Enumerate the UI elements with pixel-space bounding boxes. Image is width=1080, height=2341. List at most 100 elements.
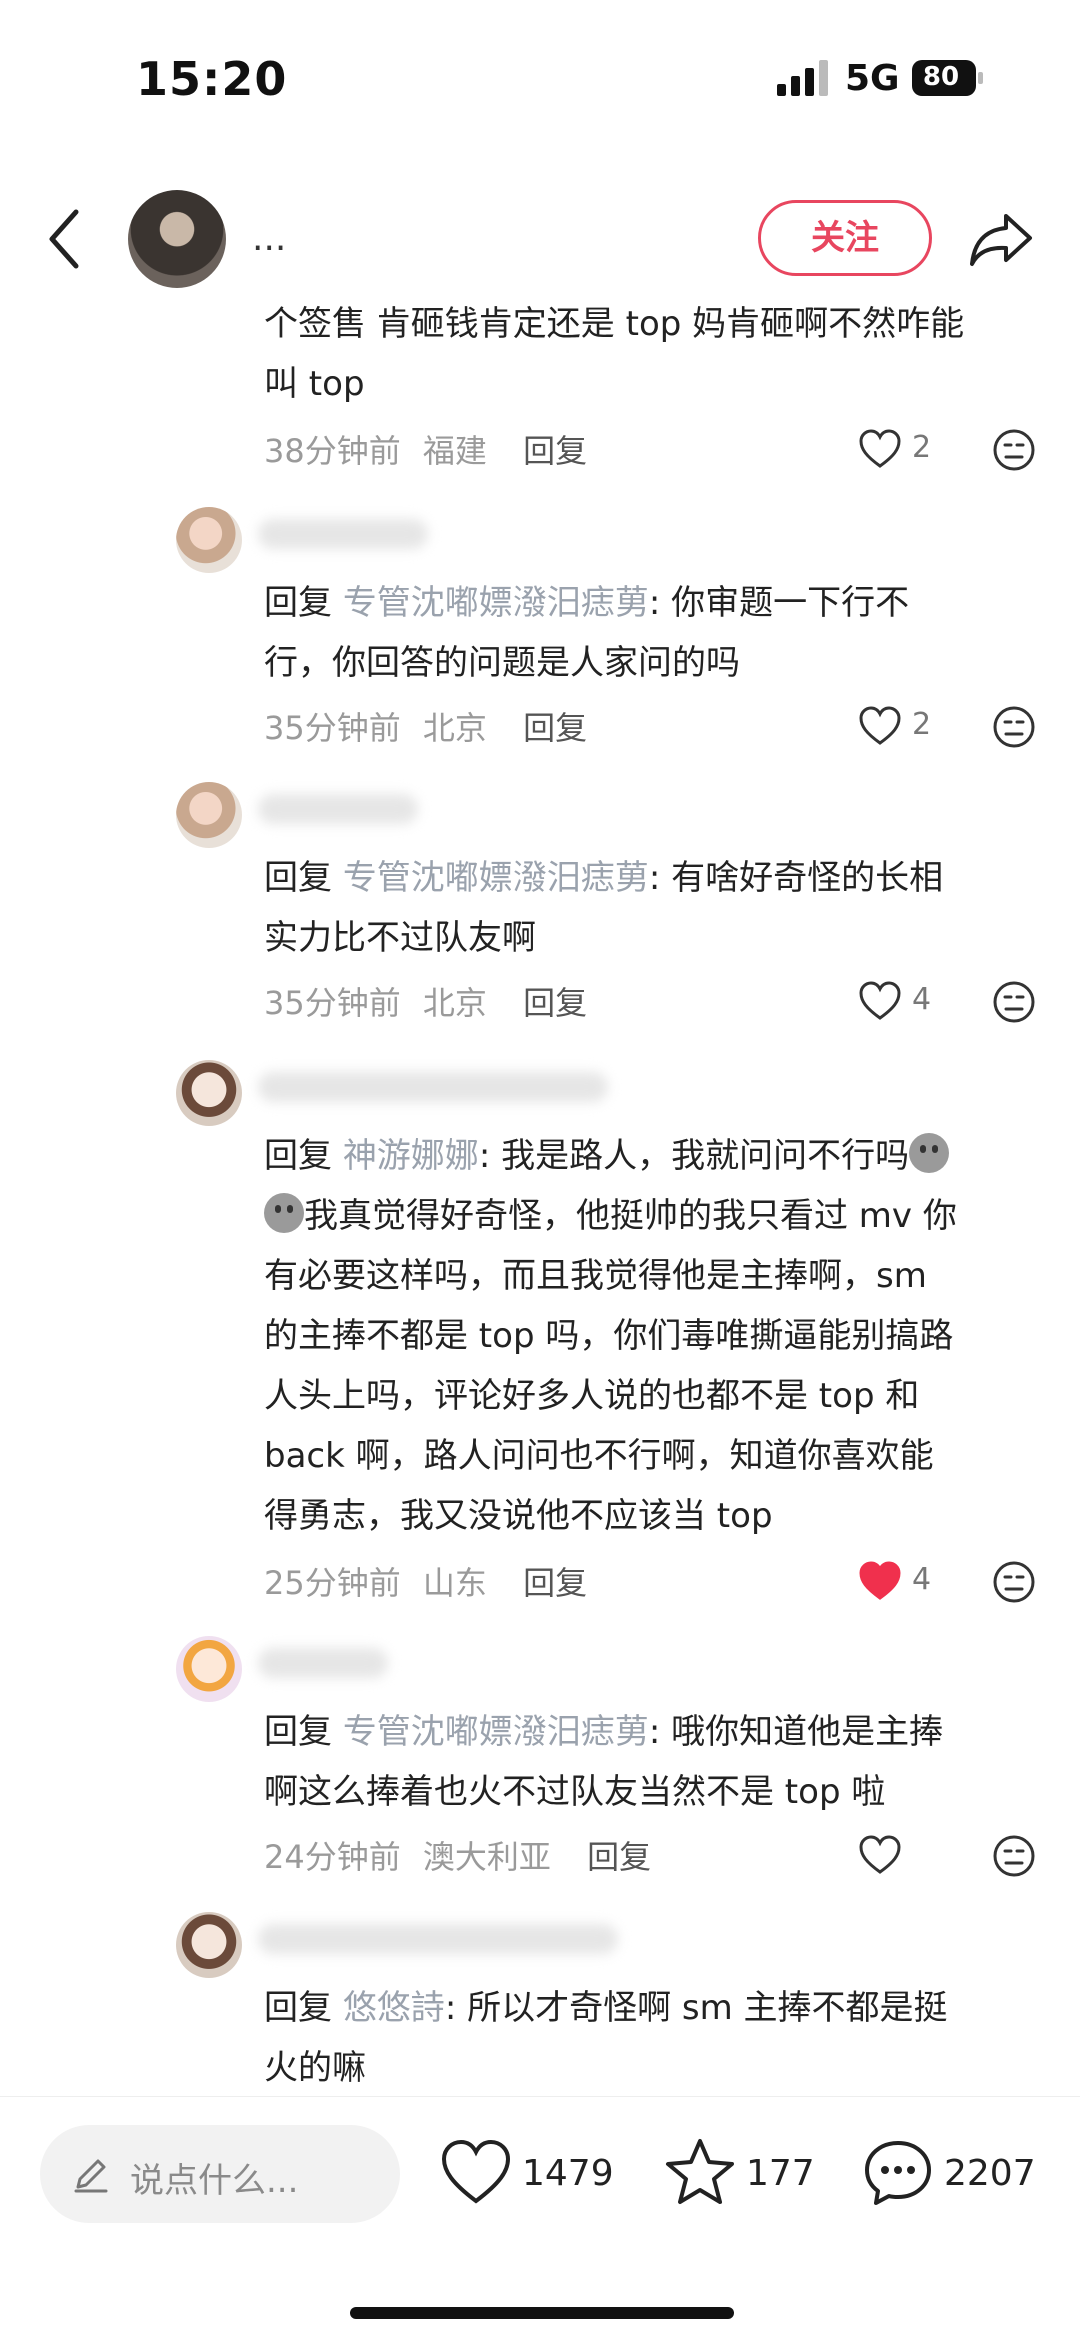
sticker-emoji-icon bbox=[264, 1193, 304, 1233]
comment-line: 回复 悠悠詩: 所以才奇怪啊 sm 主捧不都是挺 bbox=[264, 1978, 1036, 2038]
comment-line: 我真觉得好奇怪，他挺帅的我只看过 mv 你 bbox=[264, 1186, 1036, 1246]
like-button[interactable]: 2 bbox=[858, 705, 958, 749]
network-type: 5G bbox=[845, 58, 900, 99]
reply-button[interactable]: 回复 bbox=[523, 1564, 587, 1602]
comment-line: 有必要这样吗，而且我觉得他是主捧啊，sm bbox=[264, 1256, 927, 1296]
comment-location: 福建 bbox=[422, 432, 487, 470]
comment-line: 回复 神游娜娜: 我是路人，我就问问不行吗 bbox=[264, 1126, 1036, 1186]
commenter-avatar[interactable] bbox=[176, 507, 242, 573]
comment-line: 叫 top bbox=[264, 364, 365, 404]
dislike-face-icon[interactable] bbox=[992, 1560, 1036, 1604]
commenter-avatar[interactable] bbox=[176, 782, 242, 848]
post-like-count: 1479 bbox=[522, 2153, 614, 2194]
post-header: ... 关注 bbox=[0, 170, 1080, 310]
reply-prefix: 回复 bbox=[264, 583, 343, 623]
like-button[interactable] bbox=[858, 1834, 958, 1878]
commenter-name-blurred[interactable] bbox=[258, 794, 418, 824]
reply-button[interactable]: 回复 bbox=[587, 1838, 651, 1876]
comment-line: 人头上吗，评论好多人说的也都不是 top 和 bbox=[264, 1376, 920, 1416]
dislike-face-icon[interactable] bbox=[992, 705, 1036, 749]
reply-colon: : bbox=[478, 1136, 502, 1176]
like-button[interactable]: 4 bbox=[858, 1560, 958, 1604]
mention-user[interactable]: 专管沈嘟嫖潑汨痣莮 bbox=[343, 858, 649, 898]
author-name[interactable]: ... bbox=[252, 218, 286, 259]
comment-line: 的主捧不都是 top 吗，你们毒唯撕逼能别搞路 bbox=[264, 1316, 954, 1356]
author-avatar[interactable] bbox=[128, 190, 226, 288]
battery-icon: 80 bbox=[912, 60, 983, 96]
like-button[interactable]: 2 bbox=[858, 428, 958, 472]
comment-line: 啊这么捧着也火不过队友当然不是 top 啦 bbox=[264, 1772, 886, 1812]
comment-text: 回复 神游娜娜: 我是路人，我就问问不行吗 我真觉得好奇怪，他挺帅的我只看过 m… bbox=[264, 1126, 1036, 1546]
comment-line: 行，你回答的问题是人家问的吗 bbox=[264, 643, 740, 683]
dislike-face-icon[interactable] bbox=[992, 1834, 1036, 1878]
comment-line-text: 我是路人，我就问问不行吗 bbox=[501, 1136, 910, 1176]
comment-line-text: 我真觉得好奇怪，他挺帅的我只看过 mv 你 bbox=[304, 1196, 957, 1236]
reply-prefix: 回复 bbox=[264, 858, 343, 898]
comment-line: 回复 专管沈嘟嫖潑汨痣莮: 哦你知道他是主捧 bbox=[264, 1702, 1036, 1762]
like-count: 2 bbox=[912, 707, 932, 742]
commenter-name-blurred[interactable] bbox=[258, 1072, 608, 1102]
comment-text: 回复 专管沈嘟嫖潑汨痣莮: 你审题一下行不 行，你回答的问题是人家问的吗 bbox=[264, 573, 1036, 693]
comment-line-text: 所以才奇怪啊 sm 主捧不都是挺 bbox=[467, 1988, 948, 2028]
battery-level: 80 bbox=[922, 62, 960, 92]
like-count: 2 bbox=[912, 430, 932, 465]
input-placeholder: 说点什么... bbox=[130, 2161, 299, 2201]
comment-bubble-icon bbox=[865, 2141, 931, 2205]
home-indicator[interactable] bbox=[350, 2307, 734, 2319]
star-icon bbox=[666, 2139, 734, 2204]
comment-text: 回复 悠悠詩: 所以才奇怪啊 sm 主捧不都是挺 火的嘛 bbox=[264, 1978, 1036, 2090]
reply-button[interactable]: 回复 bbox=[523, 984, 587, 1022]
comment-time: 24分钟前 bbox=[264, 1838, 401, 1876]
heart-filled-icon bbox=[859, 1561, 901, 1600]
reply-colon: : bbox=[648, 1712, 672, 1752]
comment-button[interactable]: 2207 bbox=[862, 2133, 1052, 2213]
comment-line: 个签售 肯砸钱肯定还是 top 妈肯砸啊不然咋能 bbox=[264, 304, 965, 344]
reply-colon: : bbox=[648, 583, 672, 623]
mention-user[interactable]: 悠悠詩 bbox=[343, 1988, 445, 2028]
comment-line: 得勇志，我又没说他不应该当 top bbox=[264, 1496, 773, 1536]
reply-button[interactable]: 回复 bbox=[523, 432, 587, 470]
comment-location: 澳大利亚 bbox=[422, 1838, 551, 1876]
reply-colon: : bbox=[444, 1988, 468, 2028]
mention-user[interactable]: 神游娜娜 bbox=[343, 1136, 479, 1176]
mention-user[interactable]: 专管沈嘟嫖潑汨痣莮 bbox=[343, 583, 649, 623]
follow-button[interactable]: 关注 bbox=[758, 200, 932, 276]
commenter-name-blurred[interactable] bbox=[258, 519, 428, 549]
commenter-name-blurred[interactable] bbox=[258, 1924, 618, 1954]
comment-line-text: 哦你知道他是主捧 bbox=[671, 1712, 944, 1752]
heart-icon bbox=[441, 2139, 511, 2204]
reply-prefix: 回复 bbox=[264, 1988, 343, 2028]
commenter-avatar[interactable] bbox=[176, 1060, 242, 1126]
comment-time: 35分钟前 bbox=[264, 709, 401, 747]
back-arrow-icon[interactable] bbox=[42, 204, 92, 274]
comment-line-text: 你审题一下行不 bbox=[671, 583, 910, 623]
comment-time: 35分钟前 bbox=[264, 984, 401, 1022]
heart-icon bbox=[859, 1835, 901, 1874]
status-bar: 15:20 5G 80 bbox=[0, 0, 1080, 150]
commenter-name-blurred[interactable] bbox=[258, 1648, 388, 1678]
post-like-button[interactable]: 1479 bbox=[440, 2133, 620, 2213]
like-count: 4 bbox=[912, 982, 932, 1017]
comment-location: 北京 bbox=[422, 984, 487, 1022]
like-button[interactable]: 4 bbox=[858, 980, 958, 1024]
comment-location: 山东 bbox=[422, 1564, 487, 1602]
cellular-signal-icon bbox=[777, 60, 828, 96]
dislike-face-icon[interactable] bbox=[992, 980, 1036, 1024]
comment-time: 38分钟前 bbox=[264, 432, 401, 470]
comment-line: 回复 专管沈嘟嫖潑汨痣莮: 你审题一下行不 bbox=[264, 573, 1036, 633]
comment-list[interactable]: 个签售 肯砸钱肯定还是 top 妈肯砸啊不然咋能 叫 top 38分钟前 福建 … bbox=[0, 300, 1080, 2090]
status-time: 15:20 bbox=[136, 52, 288, 106]
dislike-face-icon[interactable] bbox=[992, 428, 1036, 472]
comment-input[interactable]: 说点什么... bbox=[40, 2125, 400, 2223]
comment-time: 25分钟前 bbox=[264, 1564, 401, 1602]
pen-icon bbox=[74, 2159, 108, 2193]
mention-user[interactable]: 专管沈嘟嫖潑汨痣莮 bbox=[343, 1712, 649, 1752]
share-icon[interactable] bbox=[968, 210, 1034, 268]
reply-button[interactable]: 回复 bbox=[523, 709, 587, 747]
comment-line: 回复 专管沈嘟嫖潑汨痣莮: 有啥好奇怪的长相 bbox=[264, 848, 1036, 908]
favorite-button[interactable]: 177 bbox=[664, 2133, 834, 2213]
commenter-avatar[interactable] bbox=[176, 1636, 242, 1702]
commenter-avatar[interactable] bbox=[176, 1912, 242, 1978]
comment-line-text: 有啥好奇怪的长相 bbox=[671, 858, 944, 898]
comment-line: 火的嘛 bbox=[264, 2048, 366, 2088]
